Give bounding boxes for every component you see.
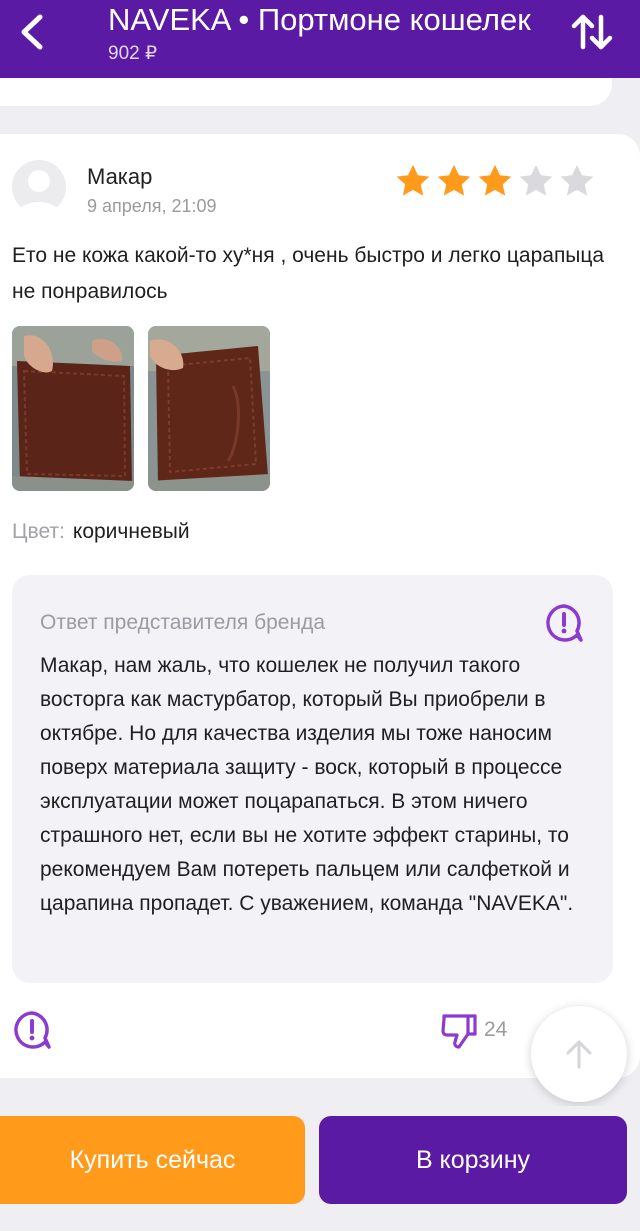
sort-button[interactable] xyxy=(566,10,618,54)
star-empty-icon xyxy=(519,164,553,196)
back-button[interactable] xyxy=(14,14,50,50)
exclamation-bubble-icon xyxy=(546,604,583,642)
avatar xyxy=(12,160,66,214)
review-text: Ето не кожа какой-то ху*ня , очень быстр… xyxy=(12,244,605,303)
arrow-up-icon xyxy=(566,1040,592,1069)
brand-reply: Ответ представителя бренда Макар, нам жа… xyxy=(12,575,613,983)
star-filled-icon xyxy=(396,164,430,196)
review-photo[interactable] xyxy=(12,326,134,491)
star-filled-icon xyxy=(478,164,512,196)
bottom-action-bar: Купить сейчас В корзину xyxy=(0,1106,640,1231)
top-app-bar: NAVEKA • Портмоне кошелек 902 ₽ xyxy=(0,0,640,78)
previous-review-card xyxy=(0,78,612,106)
user-placeholder-icon xyxy=(18,170,60,214)
report-review-button[interactable] xyxy=(12,1010,52,1050)
chevron-left-icon xyxy=(21,14,43,50)
star-rating xyxy=(394,162,596,200)
review-photo[interactable] xyxy=(148,326,270,491)
review-card: Макар 9 апреля, 21:09 Ето не кожа какой-… xyxy=(0,134,640,1078)
color-row: Цвет: коричневый xyxy=(12,520,190,544)
brand-reply-title: Ответ представителя бренда xyxy=(40,611,326,634)
review-date: 9 апреля, 21:09 xyxy=(87,196,217,216)
scroll-to-top-button[interactable] xyxy=(531,1006,627,1102)
wallet-photo-icon xyxy=(12,326,134,491)
review-photos xyxy=(12,326,270,491)
dislike-count: 24 xyxy=(484,1018,508,1041)
star-filled-icon xyxy=(437,164,471,196)
exclamation-bubble-icon xyxy=(14,1011,51,1049)
color-label: Цвет: xyxy=(12,520,65,543)
product-title: NAVEKA • Портмоне кошелек xyxy=(108,2,531,37)
wallet-photo-icon xyxy=(148,326,270,491)
dislike-button[interactable] xyxy=(440,1012,478,1050)
sort-arrows-icon xyxy=(571,14,613,50)
thumbs-down-icon xyxy=(441,1014,477,1049)
buy-now-button[interactable]: Купить сейчас xyxy=(0,1116,305,1204)
reviewer-name: Макар xyxy=(87,164,153,189)
color-value: коричневый xyxy=(72,520,190,543)
product-price: 902 ₽ xyxy=(108,43,158,64)
star-empty-icon xyxy=(560,164,594,196)
brand-reply-text: Макар, нам жаль, что кошелек не получил … xyxy=(40,654,574,915)
add-to-cart-button[interactable]: В корзину xyxy=(319,1116,627,1204)
report-reply-button[interactable] xyxy=(544,603,584,643)
